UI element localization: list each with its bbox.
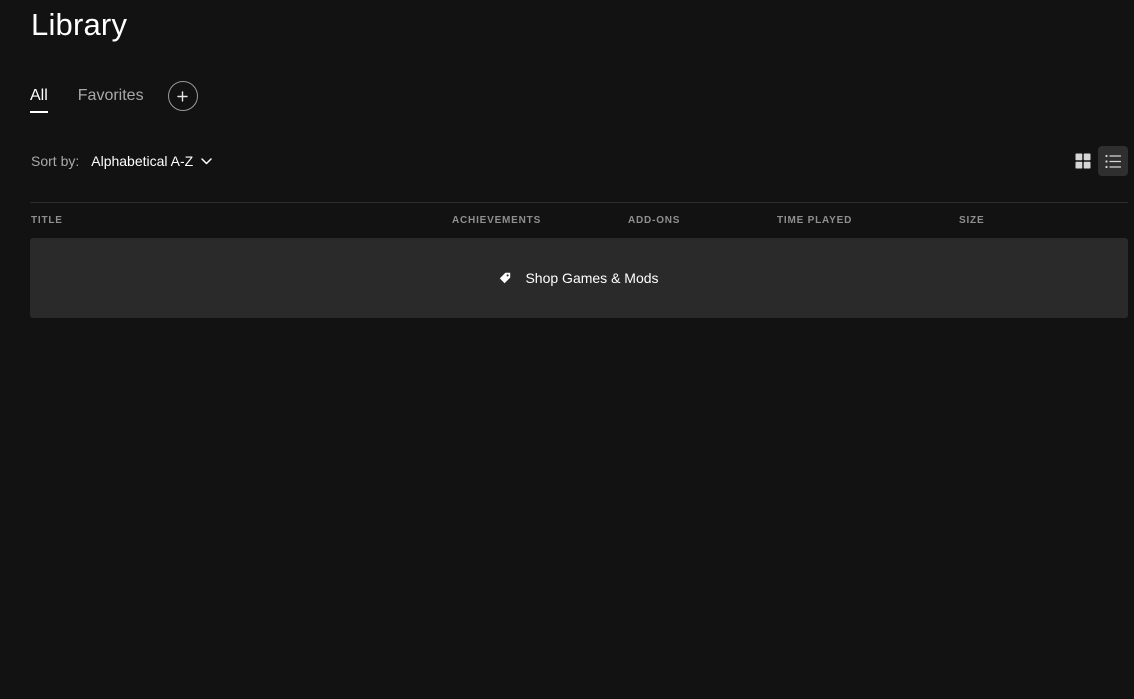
page-title: Library: [31, 7, 128, 42]
shop-games-mods-button[interactable]: Shop Games & Mods: [30, 238, 1128, 318]
tab-favorites[interactable]: Favorites: [78, 79, 144, 113]
plus-icon: [177, 90, 188, 102]
sort-value: Alphabetical A-Z: [91, 153, 194, 169]
view-toggles: [1068, 146, 1128, 176]
grid-view-button[interactable]: [1068, 146, 1098, 176]
grid-view-icon: [1075, 153, 1091, 169]
shop-games-mods-label: Shop Games & Mods: [525, 270, 659, 286]
column-header-time-played[interactable]: TIME PLAYED: [777, 214, 852, 228]
list-view-button[interactable]: [1098, 146, 1128, 176]
header-divider: [30, 202, 1128, 203]
tag-icon: [499, 272, 511, 284]
column-header-add-ons[interactable]: ADD-ONS: [628, 214, 680, 228]
sort-dropdown[interactable]: Alphabetical A-Z: [91, 153, 212, 169]
library-page: Library All Favorites Sort by: Alphabeti…: [0, 0, 1134, 699]
list-view-icon: [1105, 154, 1121, 168]
chevron-down-icon: [201, 157, 212, 165]
column-header-achievements[interactable]: ACHIEVEMENTS: [452, 214, 541, 228]
shop-games-mods-content: Shop Games & Mods: [499, 270, 659, 286]
sort-control: Sort by: Alphabetical A-Z: [31, 149, 212, 173]
table-header: TITLE ACHIEVEMENTS ADD-ONS TIME PLAYED S…: [0, 214, 1134, 228]
add-collection-button[interactable]: [167, 81, 198, 111]
column-header-title[interactable]: TITLE: [31, 214, 63, 228]
sort-label: Sort by:: [31, 153, 80, 169]
column-header-size[interactable]: SIZE: [959, 214, 984, 228]
library-tabs: All Favorites: [30, 78, 198, 114]
tab-all[interactable]: All: [30, 79, 48, 113]
